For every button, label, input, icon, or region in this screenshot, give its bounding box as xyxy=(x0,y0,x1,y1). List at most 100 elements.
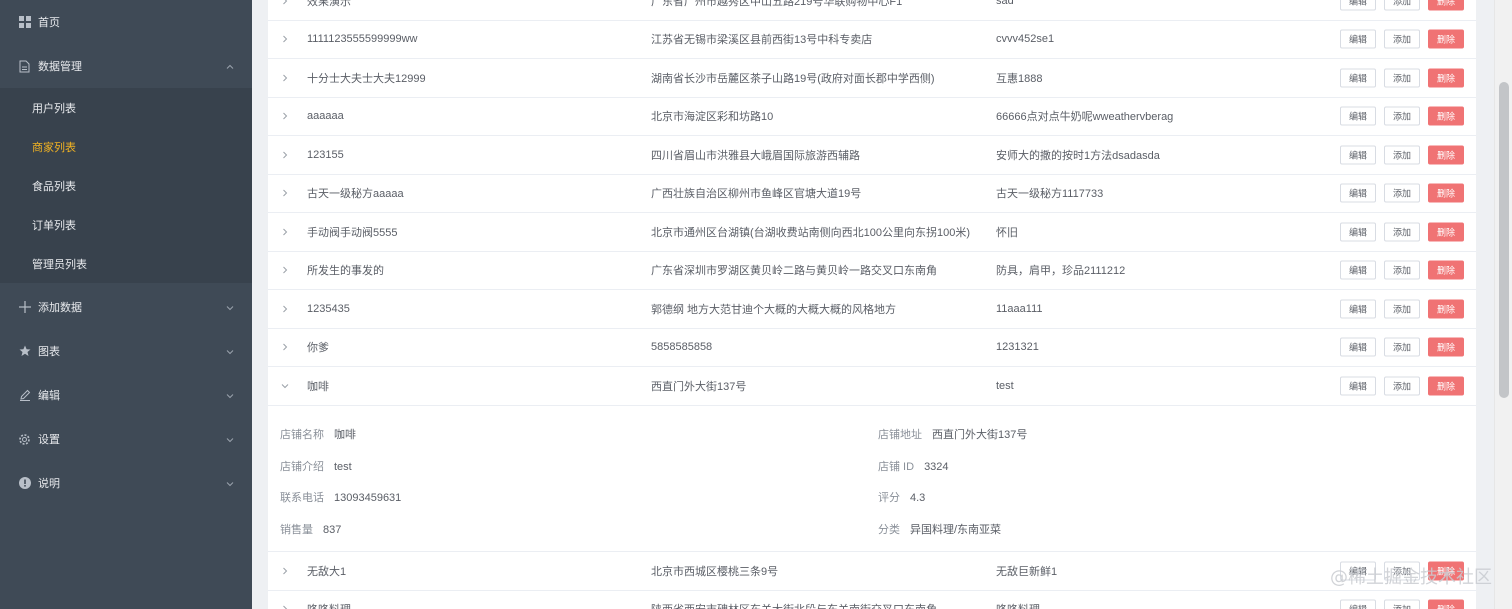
add-button[interactable]: 添加 xyxy=(1384,183,1420,203)
edit-button[interactable]: 编辑 xyxy=(1340,376,1376,396)
add-button[interactable]: 添加 xyxy=(1384,106,1420,126)
chevron-right-icon[interactable] xyxy=(280,73,290,83)
edit-button[interactable]: 编辑 xyxy=(1340,337,1376,357)
menu-label-charts: 图表 xyxy=(38,346,60,358)
sidebar-item-orders[interactable]: 订单列表 xyxy=(0,205,252,244)
add-button[interactable]: 添加 xyxy=(1384,260,1420,280)
sidebar-item-merchants[interactable]: 商家列表 xyxy=(0,127,252,166)
delete-button[interactable]: 删除 xyxy=(1428,260,1464,280)
menu-item-charts[interactable]: 图表 xyxy=(0,329,252,373)
delete-button[interactable]: 删除 xyxy=(1428,599,1464,609)
edit-button[interactable]: 编辑 xyxy=(1340,106,1376,126)
chevron-down-icon xyxy=(226,347,234,355)
table-row[interactable]: 古天一级秘方aaaaa 广西壮族自治区柳州市鱼峰区官塘大道19号 古天一级秘方111… xyxy=(268,174,1476,214)
shop-intro-cell: test xyxy=(996,379,1014,392)
detail-shop-intro: 店铺介绍 test xyxy=(280,461,352,473)
shop-name-cell: 所发生的事发的 xyxy=(307,265,384,278)
menu-label-help: 说明 xyxy=(38,478,60,490)
chevron-right-icon[interactable] xyxy=(280,304,290,314)
add-button[interactable]: 添加 xyxy=(1384,145,1420,165)
table-row[interactable]: 效果演示 广东省广州市越秀区中山五路219号华联购物中心F1 sad 编辑 添加 删除 xyxy=(268,0,1476,21)
delete-button[interactable]: 删除 xyxy=(1428,222,1464,242)
table-row[interactable]: 1235435 郭德纲 地方大范甘迪个大概的大概大概的风格地方 11aaa111 编辑… xyxy=(268,290,1476,329)
table-row[interactable]: 十分士大夫士大夫12999 湖南省长沙市岳麓区茶子山路19号(政府对面长郡中学西侧… xyxy=(268,59,1476,98)
edit-button[interactable]: 编辑 xyxy=(1340,222,1376,242)
table-row[interactable]: 123155 四川省眉山市洪雅县大峨眉国际旅游西辅路 安师大的撒的按时1方法dsad… xyxy=(268,136,1476,175)
menu-item-data-manage[interactable]: 数据管理 xyxy=(0,44,252,88)
chevron-right-icon[interactable] xyxy=(280,265,290,275)
chevron-right-icon[interactable] xyxy=(280,566,290,576)
vertical-scrollbar[interactable] xyxy=(1494,0,1512,609)
delete-button[interactable]: 删除 xyxy=(1428,29,1464,49)
menu-item-settings[interactable]: 设置 xyxy=(0,417,252,461)
edit-button[interactable]: 编辑 xyxy=(1340,145,1376,165)
shop-intro-cell: 1231321 xyxy=(996,341,1039,354)
chevron-right-icon[interactable] xyxy=(280,342,290,352)
shop-name-cell: 古天一级秘方aaaaa xyxy=(307,188,404,201)
chevron-right-icon[interactable] xyxy=(280,34,290,44)
sidebar-item-foods[interactable]: 食品列表 xyxy=(0,166,252,205)
table-row[interactable]: 咚咚料理 陕西省西安市碑林区东关大街北段与东关南街交叉口东南角 咚咚料理 编辑添加删除 xyxy=(268,590,1476,609)
edit-button[interactable]: 编辑 xyxy=(1340,0,1376,11)
delete-button[interactable]: 删除 xyxy=(1428,145,1464,165)
add-button[interactable]: 添加 xyxy=(1384,299,1420,319)
gear-icon xyxy=(18,433,31,446)
menu-label-add-data: 添加数据 xyxy=(38,302,82,314)
chevron-right-icon[interactable] xyxy=(280,188,290,198)
edit-button[interactable]: 编辑 xyxy=(1340,260,1376,280)
scrollbar-thumb[interactable] xyxy=(1499,82,1509,398)
edit-button[interactable]: 编辑 xyxy=(1340,68,1376,88)
delete-button[interactable]: 删除 xyxy=(1428,0,1464,11)
menu-item-home[interactable]: 首页 xyxy=(0,0,252,44)
table-row[interactable]: 1111123555599999ww 江苏省无锡市梁溪区县前西街13号中科专卖店 c… xyxy=(268,20,1476,60)
delete-button[interactable]: 删除 xyxy=(1428,68,1464,88)
edit-button[interactable]: 编辑 xyxy=(1340,29,1376,49)
add-button[interactable]: 添加 xyxy=(1384,376,1420,396)
menu-item-help[interactable]: 说明 xyxy=(0,461,252,505)
shop-name-cell: 手动阀手动阀5555 xyxy=(307,226,398,239)
chevron-right-icon[interactable] xyxy=(280,0,290,6)
shop-intro-cell: 66666点对点牛奶呢wweathervberag xyxy=(996,111,1174,124)
edit-button[interactable]: 编辑 xyxy=(1340,599,1376,609)
menu-item-edit[interactable]: 编辑 xyxy=(0,373,252,417)
table-row[interactable]: 所发生的事发的 广东省深圳市罗湖区黄贝岭二路与黄贝岭一路交叉口东南角 防具，肩甲，珍… xyxy=(268,251,1476,291)
add-button[interactable]: 添加 xyxy=(1384,222,1420,242)
menu-item-add-data[interactable]: 添加数据 xyxy=(0,285,252,329)
detail-sales: 销售量 837 xyxy=(280,524,342,536)
table-row[interactable]: 无敌大1 北京市西城区樱桃三条9号 无敌巨新鲜1 编辑 添加 删除 xyxy=(268,552,1476,591)
chevron-down-icon[interactable] xyxy=(280,381,290,391)
sidebar-item-users[interactable]: 用户列表 xyxy=(0,88,252,127)
add-button[interactable]: 添加 xyxy=(1384,0,1420,11)
delete-button[interactable]: 删除 xyxy=(1428,299,1464,319)
add-button[interactable]: 添加 xyxy=(1384,599,1420,609)
shop-intro-cell: 怀旧 xyxy=(996,226,1018,239)
table-row[interactable]: 手动阀手动阀5555 北京市通州区台湖镇(台湖收费站南侧向西北100公里向东拐10… xyxy=(268,213,1476,252)
add-button[interactable]: 添加 xyxy=(1384,29,1420,49)
delete-button[interactable]: 删除 xyxy=(1428,106,1464,126)
chevron-right-icon[interactable] xyxy=(280,604,290,609)
chevron-right-icon[interactable] xyxy=(280,227,290,237)
add-button[interactable]: 添加 xyxy=(1384,68,1420,88)
shop-name-cell: 效果演示 xyxy=(307,0,351,8)
table-row[interactable]: aaaaaa 北京市海淀区彩和坊路10 66666点对点牛奶呢wweathervbe… xyxy=(268,97,1476,137)
edit-button[interactable]: 编辑 xyxy=(1340,299,1376,319)
chevron-right-icon[interactable] xyxy=(280,150,290,160)
shop-intro-cell: 防具，肩甲，珍品2111212 xyxy=(996,265,1126,278)
chevron-right-icon[interactable] xyxy=(280,111,290,121)
chevron-down-icon xyxy=(226,303,234,311)
edit-button[interactable]: 编辑 xyxy=(1340,183,1376,203)
delete-button[interactable]: 删除 xyxy=(1428,337,1464,357)
add-button[interactable]: 添加 xyxy=(1384,337,1420,357)
delete-button[interactable]: 删除 xyxy=(1428,376,1464,396)
menu-label-edit: 编辑 xyxy=(38,390,60,402)
shop-address-cell: 广西壮族自治区柳州市鱼峰区官塘大道19号 xyxy=(651,188,862,201)
delete-button[interactable]: 删除 xyxy=(1428,183,1464,203)
table-row[interactable]: 你爹 5858585858 1231321 编辑 添加 删除 xyxy=(268,328,1476,368)
shop-address-cell: 陕西省西安市碑林区东关大街北段与东关南街交叉口东南角 xyxy=(651,601,937,609)
shop-address-cell: 四川省眉山市洪雅县大峨眉国际旅游西辅路 xyxy=(651,149,860,162)
shop-intro-cell: sad xyxy=(996,0,1014,7)
shop-address-cell: 广东省广州市越秀区中山五路219号华联购物中心F1 xyxy=(651,0,903,8)
table-row[interactable]: 咖啡 西直门外大街137号 test 编辑 添加 删除 xyxy=(268,367,1476,406)
shop-name-cell: 1235435 xyxy=(307,302,350,315)
sidebar-item-admins[interactable]: 管理员列表 xyxy=(0,244,252,283)
